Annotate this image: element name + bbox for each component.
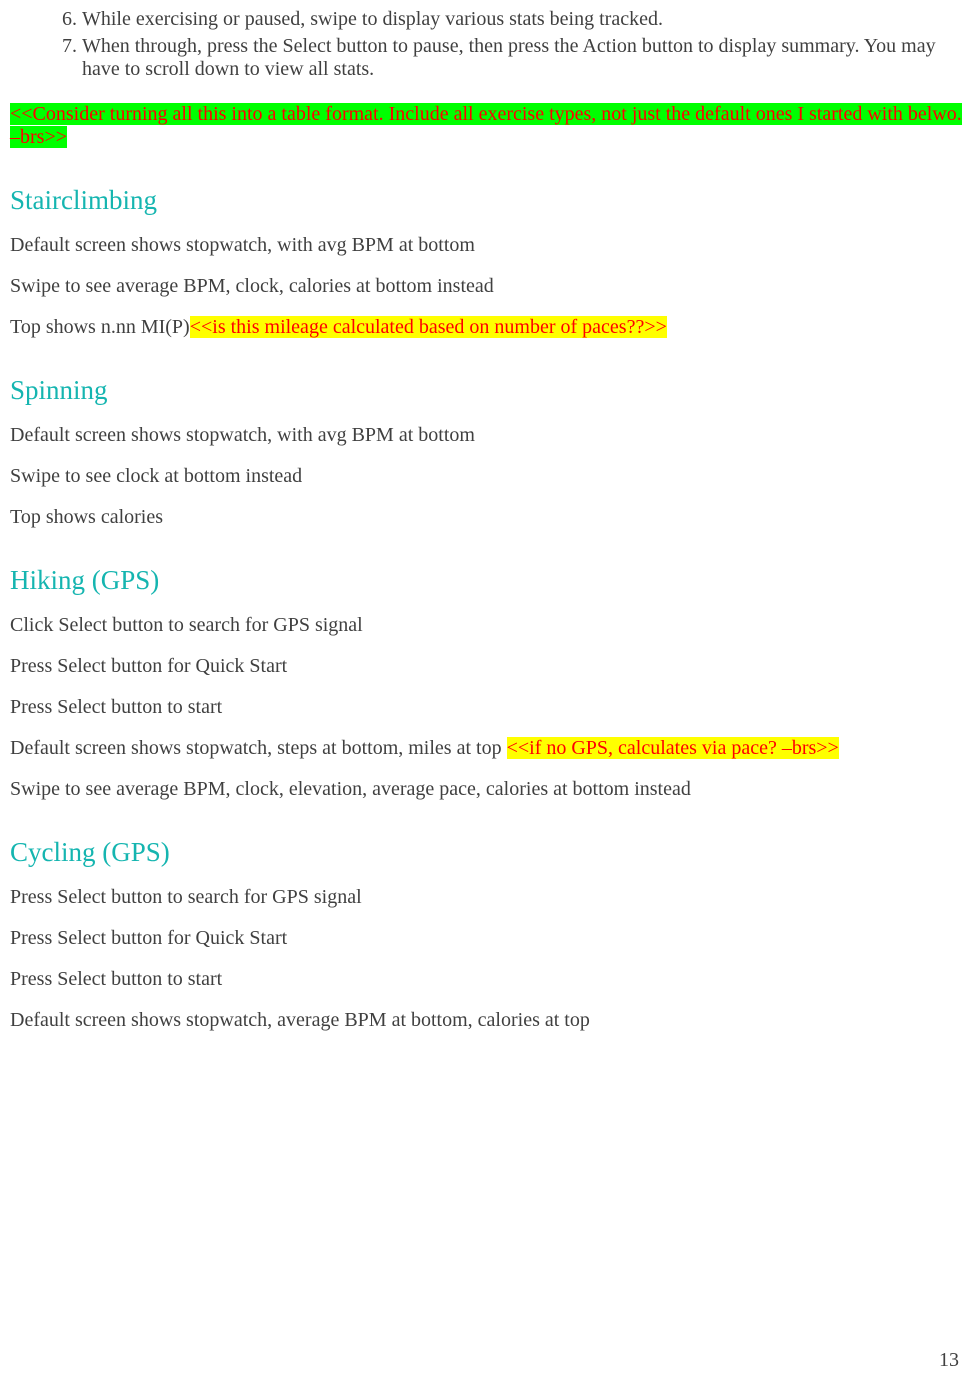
highlight-yellow-text: <<if no GPS, calculates via pace? –brs>> [507, 737, 839, 759]
paragraph: Default screen shows stopwatch, with avg… [10, 234, 963, 257]
paragraph: Top shows n.nn MI(P)<<is this mileage ca… [10, 316, 963, 339]
paragraph: Click Select button to search for GPS si… [10, 614, 963, 637]
list-item-text: When through, press the Select button to… [82, 35, 936, 80]
list-item-text: While exercising or paused, swipe to dis… [82, 8, 663, 30]
highlight-yellow-text: <<is this mileage calculated based on nu… [190, 316, 667, 338]
list-item: When through, press the Select button to… [82, 35, 963, 81]
paragraph: Default screen shows stopwatch, steps at… [10, 737, 963, 760]
paragraph: Swipe to see average BPM, clock, calorie… [10, 275, 963, 298]
heading-cycling: Cycling (GPS) [10, 837, 963, 868]
heading-hiking: Hiking (GPS) [10, 565, 963, 596]
highlight-green-text: <<Consider turning all this into a table… [10, 103, 962, 148]
paragraph-text: Default screen shows stopwatch, steps at… [10, 737, 507, 759]
paragraph: Press Select button for Quick Start [10, 655, 963, 678]
paragraph: Top shows calories [10, 506, 963, 529]
paragraph: Default screen shows stopwatch, average … [10, 1009, 963, 1032]
paragraph-text: Top shows n.nn MI(P) [10, 316, 190, 338]
paragraph: Swipe to see clock at bottom instead [10, 465, 963, 488]
callout-note: <<Consider turning all this into a table… [10, 103, 963, 149]
page-number: 13 [939, 1349, 959, 1372]
list-item: While exercising or paused, swipe to dis… [82, 8, 963, 31]
paragraph: Press Select button to start [10, 968, 963, 991]
paragraph: Default screen shows stopwatch, with avg… [10, 424, 963, 447]
paragraph: Swipe to see average BPM, clock, elevati… [10, 778, 963, 801]
paragraph: Press Select button for Quick Start [10, 927, 963, 950]
paragraph: Press Select button to start [10, 696, 963, 719]
paragraph: Press Select button to search for GPS si… [10, 886, 963, 909]
heading-spinning: Spinning [10, 375, 963, 406]
heading-stairclimbing: Stairclimbing [10, 185, 963, 216]
numbered-list: While exercising or paused, swipe to dis… [10, 8, 963, 81]
